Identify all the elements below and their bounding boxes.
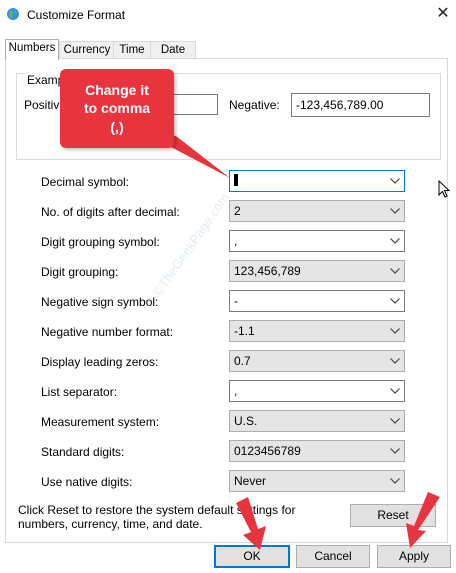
callout-line-3: (,) xyxy=(110,119,124,135)
arrow-to-ok-icon xyxy=(236,497,266,550)
tab-numbers[interactable]: Numbers xyxy=(5,39,59,60)
callout-line-1: Change it xyxy=(85,82,149,98)
annotation-callout: Change it to comma (,) xyxy=(60,69,174,148)
callout-line-2: to comma xyxy=(83,100,151,116)
arrow-to-apply-icon xyxy=(406,492,440,548)
